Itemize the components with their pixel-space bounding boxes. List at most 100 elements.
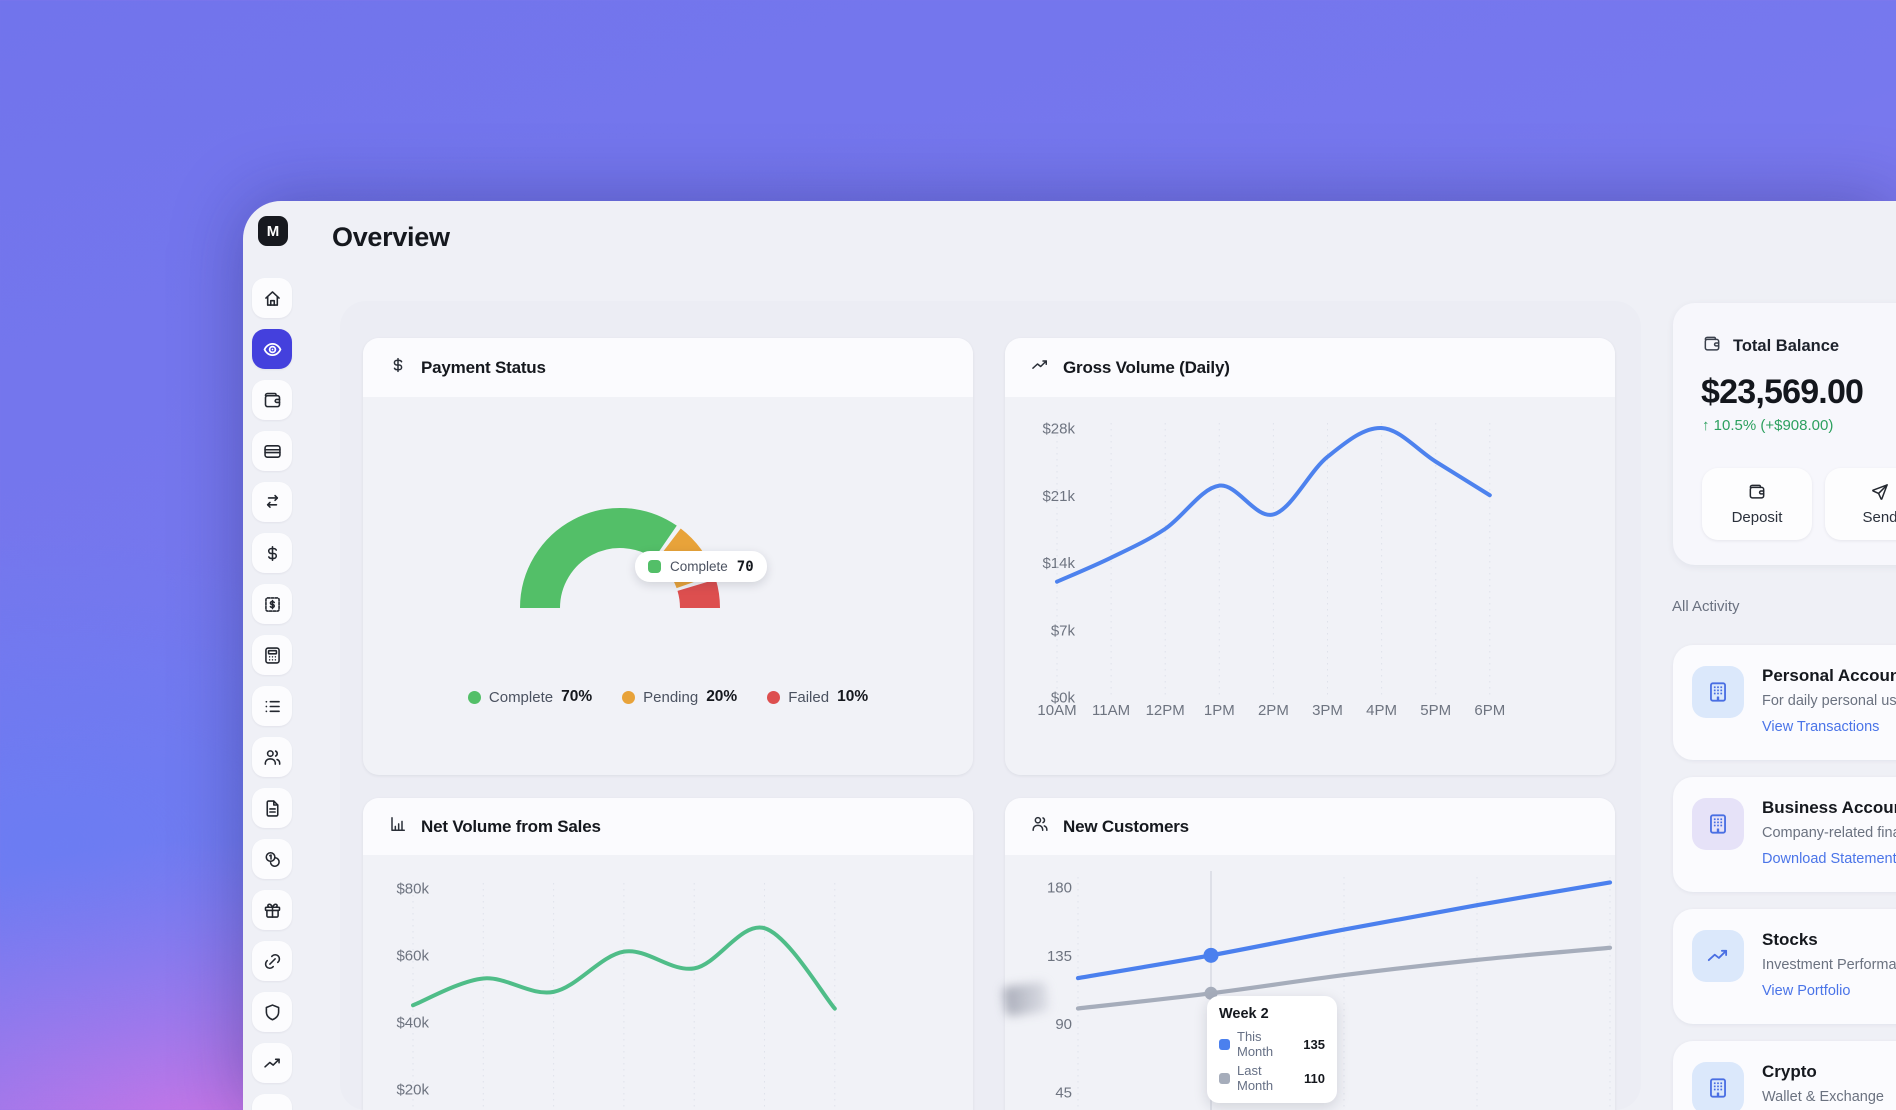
activity-link[interactable]: View Portfolio (1762, 983, 1850, 999)
legend-value: 70% (561, 688, 592, 706)
legend-label: Complete (489, 689, 553, 706)
users-icon (1030, 814, 1050, 839)
sidebar-item-file-text[interactable] (252, 788, 292, 828)
stage: M Overview Payment Status Complete 70 Co… (0, 0, 1896, 1110)
activity-item-business-account: Business AccountCompany-related finances… (1673, 777, 1896, 892)
svg-text:$7k: $7k (1051, 622, 1076, 639)
sidebar-item-eye[interactable] (252, 329, 292, 369)
sidebar-item-gift[interactable] (252, 890, 292, 930)
svg-text:5PM: 5PM (1420, 702, 1451, 719)
payment-status-gauge-chart[interactable] (363, 397, 973, 775)
deposit-button[interactable]: Deposit (1702, 468, 1812, 540)
sidebar-item-wallet[interactable] (252, 380, 292, 420)
svg-text:10AM: 10AM (1037, 702, 1076, 719)
sidebar-item-transfer[interactable] (252, 482, 292, 522)
users-icon (262, 747, 283, 768)
legend-label: Failed (788, 689, 829, 706)
sidebar-item-link[interactable] (252, 941, 292, 981)
total-balance-amount: $23,569.00 (1701, 373, 1863, 412)
svg-text:$20k: $20k (396, 1082, 429, 1099)
legend-dot (622, 691, 635, 704)
activity-item-personal-account: Personal AccountFor daily personal useVi… (1673, 645, 1896, 760)
sidebar-item-trending-up[interactable] (252, 1043, 292, 1083)
eye-icon (262, 339, 283, 360)
activity-subtitle: Wallet & Exchange (1762, 1089, 1884, 1105)
svg-text:90: 90 (1055, 1016, 1072, 1033)
coins-icon (262, 849, 283, 870)
net-volume-card: Net Volume from Sales $20k$40k$60k$80k (363, 798, 973, 1110)
svg-text:11AM: 11AM (1092, 702, 1130, 719)
new-customers-card-title: New Customers (1063, 817, 1189, 837)
legend-dot (767, 691, 780, 704)
tooltip-row: This Month135 (1219, 1029, 1325, 1059)
svg-text:45: 45 (1055, 1085, 1072, 1102)
chart-bar-icon (388, 814, 408, 839)
app-background: { "header": { "logo_letter": "M", "title… (0, 0, 1896, 1110)
activity-item-crypto: CryptoWallet & ExchangeView Wallet (1673, 1041, 1896, 1110)
building-icon (1692, 1062, 1744, 1110)
activity-title: Crypto (1762, 1062, 1817, 1082)
wallet-icon (1747, 482, 1767, 502)
gross-volume-card-header: Gross Volume (Daily) (1005, 338, 1615, 397)
send-icon (1870, 482, 1890, 502)
svg-text:12PM: 12PM (1146, 702, 1185, 719)
all-activity-heading: All Activity (1672, 598, 1740, 615)
payment-status-card-header: Payment Status (363, 338, 973, 397)
list-icon (262, 696, 283, 717)
svg-text:2PM: 2PM (1258, 702, 1289, 719)
building-icon (1692, 798, 1744, 850)
total-balance-card: Total Balance $23,569.00 ↑ 10.5% (+$908.… (1673, 303, 1896, 565)
activity-title: Stocks (1762, 930, 1818, 950)
send-button[interactable]: Send (1825, 468, 1896, 540)
receipt-icon (262, 594, 283, 615)
gross-volume-line-chart[interactable]: $0k$7k$14k$21k$28k10AM11AM12PM1PM2PM3PM4… (1005, 397, 1615, 775)
activity-link[interactable]: Download Statements (1762, 851, 1896, 867)
tooltip-value: 70 (737, 559, 754, 575)
new-customers-card-header: New Customers (1005, 798, 1615, 855)
total-balance-delta: ↑ 10.5% (+$908.00) (1702, 417, 1833, 434)
tooltip-row: Last Month110 (1219, 1063, 1325, 1093)
action-label: Deposit (1732, 509, 1783, 526)
sidebar-item-list[interactable] (252, 686, 292, 726)
sidebar-item-device[interactable] (252, 1094, 292, 1110)
gift-icon (262, 900, 283, 921)
legend-item-complete: Complete 70% (468, 688, 592, 706)
gauge-tooltip: Complete 70 (635, 551, 767, 582)
gross-volume-card: Gross Volume (Daily) $0k$7k$14k$21k$28k1… (1005, 338, 1615, 775)
page-title: Overview (332, 222, 450, 253)
svg-text:135: 135 (1047, 948, 1072, 965)
legend-label: Pending (643, 689, 698, 706)
total-balance-label: Total Balance (1733, 337, 1839, 356)
sidebar-item-currency-dollar[interactable] (252, 533, 292, 573)
credit-card-icon (262, 441, 283, 462)
svg-text:4PM: 4PM (1366, 702, 1397, 719)
legend-value: 10% (837, 688, 868, 706)
svg-text:$28k: $28k (1042, 421, 1075, 438)
calculator-icon (262, 645, 283, 666)
currency-dollar-icon (262, 543, 283, 564)
sidebar-item-coins[interactable] (252, 839, 292, 879)
svg-text:$14k: $14k (1042, 555, 1075, 572)
activity-link[interactable]: View Transactions (1762, 719, 1879, 735)
home-icon (262, 288, 283, 309)
transfer-icon (262, 492, 283, 513)
tooltip-label: Complete (670, 559, 728, 574)
sidebar-item-calculator[interactable] (252, 635, 292, 675)
payment-status-legend: Complete70%Pending20%Failed10% (363, 688, 973, 706)
sidebar-item-shield[interactable] (252, 992, 292, 1032)
balance-actions: Deposit Send (1702, 468, 1896, 540)
svg-text:3PM: 3PM (1312, 702, 1343, 719)
legend-dot (468, 691, 481, 704)
device-icon (262, 1104, 283, 1110)
activity-subtitle: Investment Performance (1762, 957, 1896, 973)
svg-text:6PM: 6PM (1474, 702, 1505, 719)
sidebar-item-receipt[interactable] (252, 584, 292, 624)
legend-item-failed: Failed 10% (767, 688, 868, 706)
svg-text:$21k: $21k (1042, 488, 1075, 505)
trending-up-icon (1692, 930, 1744, 982)
sidebar-item-home[interactable] (252, 278, 292, 318)
sidebar-item-credit-card[interactable] (252, 431, 292, 471)
net-volume-line-chart[interactable]: $20k$40k$60k$80k (363, 855, 973, 1110)
wallet-icon (262, 390, 283, 411)
sidebar-item-users[interactable] (252, 737, 292, 777)
